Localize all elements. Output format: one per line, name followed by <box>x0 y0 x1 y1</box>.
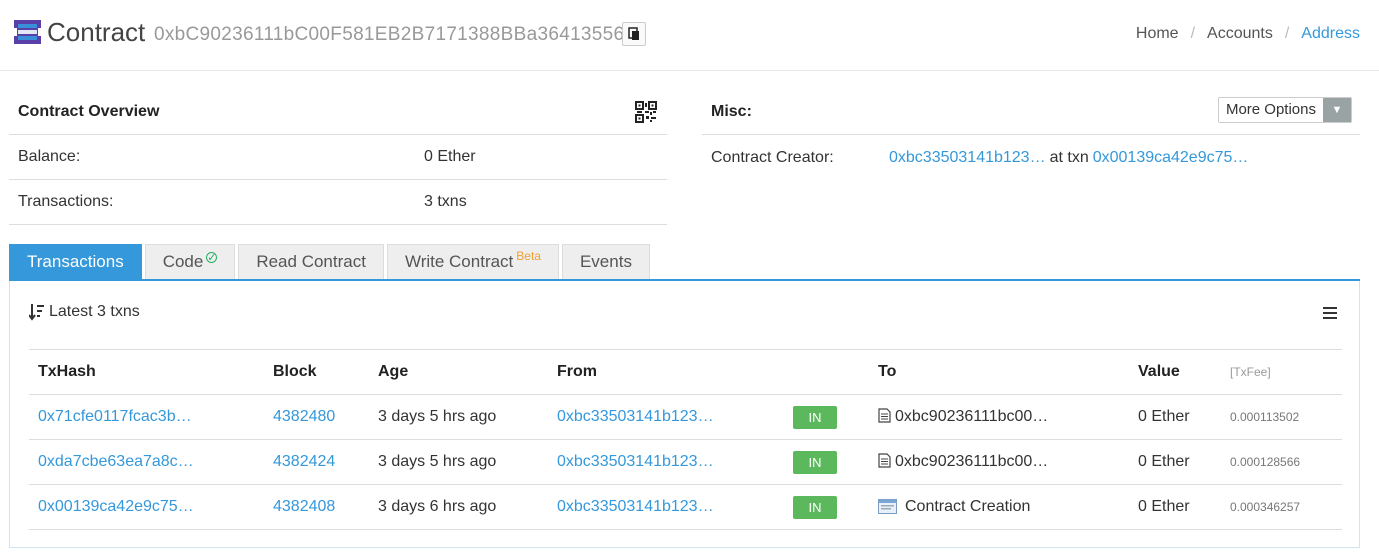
copy-address-button[interactable] <box>622 22 646 46</box>
more-options-dropdown[interactable]: More Options ▼ <box>1217 97 1352 123</box>
transactions-summary: Latest 3 txns <box>29 303 140 321</box>
direction-badge: IN <box>793 495 837 519</box>
tab-transactions[interactable]: Transactions <box>9 244 142 279</box>
latest-txns-label: Latest 3 txns <box>49 303 140 320</box>
table-row: 0xda7cbe63ea7a8c… 4382424 3 days 5 hrs a… <box>29 439 1342 485</box>
column-direction <box>784 349 869 395</box>
column-from: From <box>548 349 784 395</box>
tx-age: 3 days 6 hrs ago <box>369 484 548 530</box>
tab-label: Write Contract <box>404 252 514 271</box>
from-address-link[interactable]: 0xbc33503141b123… <box>557 498 714 515</box>
misc-title: Misc: <box>711 103 752 120</box>
block-link[interactable]: 4382408 <box>273 498 335 515</box>
tab-code[interactable]: Code ✓ <box>144 244 236 279</box>
column-age: Age <box>369 349 548 395</box>
table-row: 0x71cfe0117fcac3b… 4382480 3 days 5 hrs … <box>29 394 1342 440</box>
tx-hash-link[interactable]: 0x00139ca42e9c75… <box>38 498 194 515</box>
tx-value: 0 Ether <box>1129 484 1221 530</box>
contract-overview-panel: Contract Overview Balance: 0 Ether Trans… <box>9 90 667 225</box>
to-contract-creation: Contract Creation <box>905 498 1031 515</box>
column-to: To <box>869 349 1129 395</box>
column-block: Block <box>264 349 369 395</box>
block-link[interactable]: 4382424 <box>273 453 335 470</box>
contract-tabs: Transactions Code ✓ Read Contract Write … <box>9 244 1360 281</box>
contract-creator-row: Contract Creator: 0xbc33503141b123… at t… <box>702 135 1360 180</box>
transactions-label: Transactions: <box>18 193 114 210</box>
transactions-panel: Latest 3 txns TxHash Block Age From To V… <box>9 281 1360 548</box>
to-address[interactable]: 0xbc90236111bc00… <box>895 453 1048 470</box>
from-address-link[interactable]: 0xbc33503141b123… <box>557 453 714 470</box>
contract-document-icon <box>878 408 891 423</box>
qr-code-icon[interactable] <box>635 101 657 123</box>
tx-hash-link[interactable]: 0xda7cbe63ea7a8c… <box>38 453 194 470</box>
column-txhash: TxHash <box>29 349 264 395</box>
page-header: Contract 0xbC90236111bC00F581EB2B7171388… <box>0 0 1379 71</box>
breadcrumb-separator: / <box>1190 25 1196 42</box>
verified-check-icon: ✓ <box>206 251 218 264</box>
contract-creation-icon <box>878 499 897 514</box>
tx-age: 3 days 5 hrs ago <box>369 394 548 440</box>
to-address[interactable]: 0xbc90236111bc00… <box>895 408 1048 425</box>
copy-icon <box>628 27 639 40</box>
breadcrumb-separator: / <box>1284 25 1290 42</box>
column-txfee: [TxFee] <box>1221 349 1342 395</box>
transactions-count-row: Transactions: 3 txns <box>9 180 667 225</box>
tx-value: 0 Ether <box>1129 394 1221 440</box>
balance-row: Balance: 0 Ether <box>9 135 667 180</box>
tab-label: Transactions <box>27 252 124 271</box>
tab-label: Read Contract <box>256 252 366 271</box>
transactions-table: TxHash Block Age From To Value [TxFee] 0… <box>29 349 1342 530</box>
contract-document-icon <box>878 453 891 468</box>
tx-fee: 0.000346257 <box>1221 484 1342 530</box>
column-value: Value <box>1129 349 1221 395</box>
breadcrumb-home[interactable]: Home <box>1136 25 1179 43</box>
tx-fee: 0.000128566 <box>1221 439 1342 485</box>
menu-icon[interactable] <box>1323 307 1337 319</box>
balance-label: Balance: <box>18 148 81 165</box>
beta-badge: Beta <box>516 249 541 263</box>
contract-creator-label: Contract Creator: <box>711 148 834 166</box>
breadcrumb: Home / Accounts / Address <box>1136 25 1360 43</box>
tab-label: Events <box>579 252 632 271</box>
tx-value: 0 Ether <box>1129 439 1221 485</box>
breadcrumb-accounts[interactable]: Accounts <box>1207 25 1273 43</box>
overview-title: Contract Overview <box>18 103 160 120</box>
block-link[interactable]: 4382480 <box>273 408 335 425</box>
page-title: Contract <box>47 17 146 47</box>
tx-fee: 0.000113502 <box>1221 394 1342 440</box>
creator-txn-link[interactable]: 0x00139ca42e9c75… <box>1093 149 1249 167</box>
sort-icon[interactable] <box>29 303 45 321</box>
tab-label: Code <box>162 252 204 271</box>
misc-header: Misc: More Options ▼ <box>702 90 1360 135</box>
at-txn-text: at txn <box>1049 148 1089 166</box>
breadcrumb-address: Address <box>1301 25 1360 42</box>
balance-value: 0 Ether <box>424 148 476 165</box>
tab-read-contract[interactable]: Read Contract <box>238 244 384 279</box>
overview-header: Contract Overview <box>9 90 667 135</box>
contract-address: 0xbC90236111bC00F581EB2B7171388BBa364135… <box>154 24 625 45</box>
creator-address-link[interactable]: 0xbc33503141b123… <box>889 149 1046 167</box>
tab-write-contract[interactable]: Write Contract Beta <box>386 244 559 279</box>
transactions-count-value: 3 txns <box>424 193 467 210</box>
direction-badge: IN <box>793 450 837 474</box>
direction-badge: IN <box>793 405 837 429</box>
table-header-row: TxHash Block Age From To Value [TxFee] <box>29 349 1342 395</box>
tx-hash-link[interactable]: 0x71cfe0117fcac3b… <box>38 408 192 425</box>
misc-panel: Misc: More Options ▼ Contract Creator: 0… <box>702 90 1360 180</box>
tx-age: 3 days 5 hrs ago <box>369 439 548 485</box>
more-options-label: More Options <box>1218 98 1323 122</box>
from-address-link[interactable]: 0xbc33503141b123… <box>557 408 714 425</box>
contract-logo-icon <box>14 20 41 44</box>
table-row: 0x00139ca42e9c75… 4382408 3 days 6 hrs a… <box>29 484 1342 530</box>
tab-events[interactable]: Events <box>561 244 650 279</box>
chevron-down-icon: ▼ <box>1323 98 1351 122</box>
